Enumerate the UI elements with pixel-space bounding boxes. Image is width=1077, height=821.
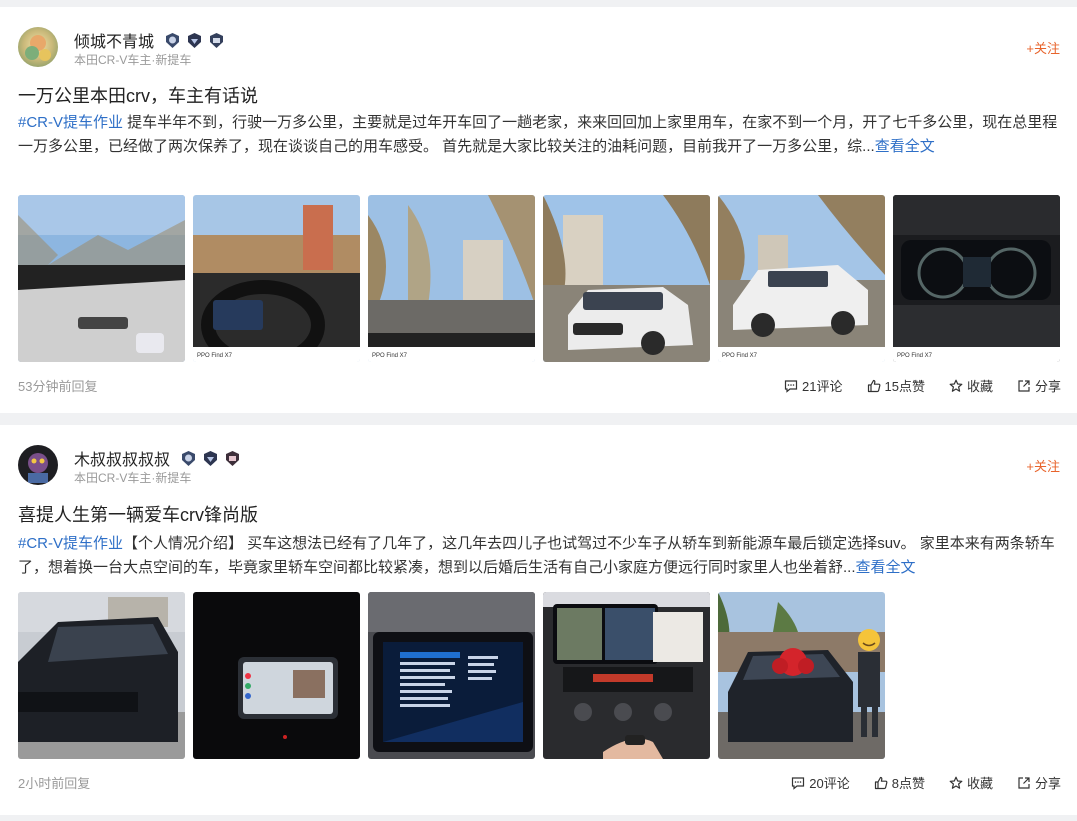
watermark-text: PPO Find X7 [722, 353, 758, 359]
watermark-text: PPO Find X7 [197, 353, 233, 359]
watermark-text: PPO Find X7 [372, 353, 408, 359]
comment-icon [792, 776, 805, 790]
share-icon [1018, 776, 1030, 789]
post-feed: 倾城不青城 本田CR-V车主·新提车 +关注 一万公里本田crv，车主有话说 #… [0, 0, 1077, 821]
user-avatar[interactable] [18, 445, 58, 485]
medal-badge-icon [188, 32, 202, 48]
share-button[interactable]: 分享 [1017, 376, 1061, 395]
topic-tag[interactable]: #CR-V提车作业 [18, 535, 123, 552]
reply-time: 2小时前回复 [18, 776, 91, 791]
post-image[interactable]: PPO Find X7 [893, 195, 1060, 362]
thumbs-up-icon [867, 379, 880, 392]
share-label: 分享 [1034, 776, 1061, 791]
post-image[interactable] [543, 195, 710, 362]
username[interactable]: 木叔叔叔叔叔 [74, 446, 241, 470]
collect-label: 收藏 [966, 379, 993, 394]
post-image[interactable]: PPO Find X7 [368, 195, 535, 362]
share-icon [1018, 379, 1030, 392]
like-button[interactable]: 15点赞 [867, 376, 925, 395]
medal-badge-icon [226, 450, 240, 466]
like-count: 15点赞 [884, 379, 925, 394]
post-image[interactable]: PPO Find X7 [718, 195, 885, 362]
medal-badge-icon [182, 450, 196, 466]
post-card[interactable]: 倾城不青城 本田CR-V车主·新提车 +关注 一万公里本田crv，车主有话说 #… [0, 7, 1077, 413]
post-actions: 20评论 8点赞 收藏 分享 [791, 773, 1061, 792]
share-button[interactable]: 分享 [1017, 773, 1061, 792]
username-text[interactable]: 倾城不青城 [74, 28, 154, 52]
post-card[interactable]: 木叔叔叔叔叔 本田CR-V车主·新提车 +关注 喜提人生第一辆爱车crv锋尚版 … [0, 425, 1077, 815]
user-subtitle: 本田CR-V车主·新提车 [74, 53, 192, 67]
user-avatar[interactable] [18, 27, 58, 67]
collect-label: 收藏 [966, 776, 993, 791]
read-more-link[interactable]: 查看全文 [856, 559, 916, 576]
post-image[interactable] [193, 592, 360, 759]
comment-button[interactable]: 20评论 [791, 773, 850, 792]
post-image[interactable] [368, 592, 535, 759]
like-count: 8点赞 [891, 776, 925, 791]
collect-button[interactable]: 收藏 [949, 376, 993, 395]
watermark-text: PPO Find X7 [897, 353, 933, 359]
star-icon [949, 776, 963, 789]
post-image[interactable] [18, 195, 185, 362]
image-gallery: PPO Find X7 PPO Find X7 PPO Find X7 PPO … [18, 195, 1060, 362]
follow-button[interactable]: +关注 [1026, 456, 1060, 475]
comment-button[interactable]: 21评论 [784, 376, 843, 395]
post-actions: 21评论 15点赞 收藏 分享 [784, 376, 1061, 395]
follow-button[interactable]: +关注 [1026, 38, 1060, 57]
post-image[interactable] [718, 592, 885, 759]
post-title[interactable]: 喜提人生第一辆爱车crv锋尚版 [18, 501, 258, 527]
topic-tag[interactable]: #CR-V提车作业 [18, 114, 123, 131]
thumbs-up-icon [874, 776, 888, 789]
medal-badge-icon [166, 32, 180, 48]
post-image[interactable] [18, 592, 185, 759]
read-more-link[interactable]: 查看全文 [875, 138, 935, 155]
comment-icon [784, 379, 798, 393]
medal-badge-icon [204, 450, 218, 466]
comment-count: 21评论 [802, 379, 843, 394]
post-body: #CR-V提车作业 提车半年不到，行驶一万多公里，主要就是过年开车回了一趟老家，… [18, 111, 1063, 159]
collect-button[interactable]: 收藏 [949, 773, 993, 792]
comment-count: 20评论 [809, 776, 850, 791]
post-title[interactable]: 一万公里本田crv，车主有话说 [18, 82, 258, 108]
username[interactable]: 倾城不青城 [74, 28, 225, 52]
image-gallery [18, 592, 885, 759]
badge-group [180, 450, 241, 467]
star-icon [949, 379, 963, 392]
reply-time: 53分钟前回复 [18, 379, 98, 394]
username-text[interactable]: 木叔叔叔叔叔 [74, 446, 170, 470]
post-image[interactable]: PPO Find X7 [193, 195, 360, 362]
share-label: 分享 [1034, 379, 1061, 394]
post-image[interactable] [543, 592, 710, 759]
badge-group [164, 32, 225, 49]
user-subtitle: 本田CR-V车主·新提车 [74, 471, 192, 485]
post-body: #CR-V提车作业【个人情况介绍】 买车这想法已经有了几年了，这几年去四儿子也试… [18, 532, 1063, 580]
like-button[interactable]: 8点赞 [874, 773, 925, 792]
medal-badge-icon [210, 32, 224, 48]
